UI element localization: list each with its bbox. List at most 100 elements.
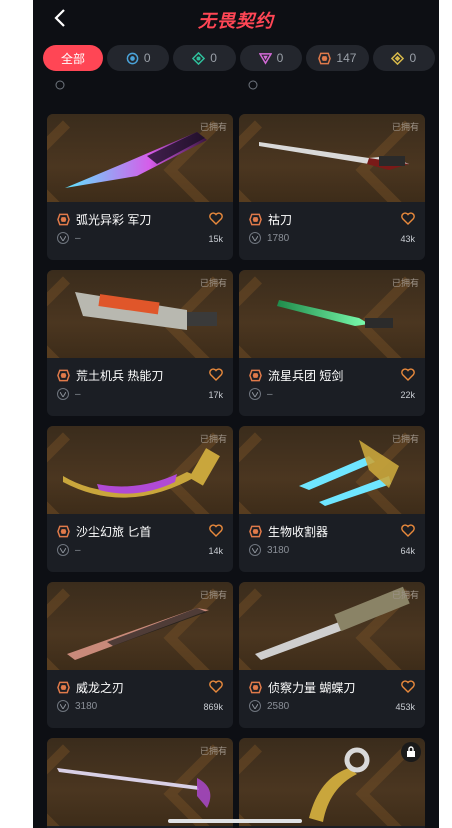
skin-name: 侦察力量 蝴蝶刀 [268, 681, 356, 695]
skin-name-row: 荒土机兵 热能刀 [57, 367, 163, 384]
vp-currency-icon [57, 700, 69, 712]
owned-badge: 已拥有 [199, 434, 227, 444]
like-count: 64k [400, 546, 415, 556]
skin-name-row: 祜刀 [249, 211, 292, 228]
select-tier-icon [126, 52, 139, 64]
exclusive-tier-icon [57, 525, 70, 538]
exclusive-tier-icon [249, 681, 262, 694]
filter-deluxe-tier[interactable]: 0 [173, 45, 236, 71]
exclusive-tier-icon [249, 525, 262, 538]
deluxe-tier-icon [192, 51, 206, 65]
filter-all-label: 全部 [60, 51, 85, 66]
skin-name-row: 威龙之刃 [57, 679, 124, 696]
filter-all[interactable]: 全部 [43, 45, 103, 71]
heart-icon[interactable] [401, 368, 415, 381]
heart-icon[interactable] [209, 680, 223, 693]
skin-card[interactable]: 已拥有 生物收割器 3180 64k [239, 426, 425, 572]
skin-name: 流星兵团 短剑 [268, 369, 344, 383]
like-count: 869k [203, 702, 223, 712]
like-count: 15k [208, 234, 223, 244]
filter-exclusive-tier[interactable]: 147 [306, 45, 369, 71]
skin-image: 已拥有 [47, 114, 233, 202]
exclusive-tier-icon [57, 681, 70, 694]
owned-badge: 已拥有 [199, 122, 227, 132]
like-count: 14k [208, 546, 223, 556]
owned-badge: 已拥有 [199, 590, 227, 600]
skin-name-row: 弧光异彩 军刀 [57, 211, 151, 228]
skin-meta-row: – [57, 232, 81, 244]
heart-icon[interactable] [401, 680, 415, 693]
vp-currency-icon [249, 700, 261, 712]
heart-icon[interactable] [401, 212, 415, 225]
filter-select-tier[interactable]: 0 [107, 45, 170, 71]
header: 无畏契约 [33, 0, 439, 38]
previous-row-remnant [248, 80, 258, 94]
skin-card[interactable]: 已拥有 荒土机兵 热能刀 – 17k [47, 270, 233, 416]
owned-badge: 已拥有 [391, 590, 419, 600]
filter-premium-tier[interactable]: 0 [239, 45, 303, 71]
skin-image: 已拥有 [47, 738, 233, 826]
skin-card[interactable] [239, 738, 425, 828]
tier-filter-bar: 全部 0 0 0 147 0 [43, 45, 436, 73]
app-screen: 无畏契约 全部 0 0 0 147 0 已拥有 弧光异彩 军刀 – 15k 已拥… [33, 0, 439, 828]
filter-ultra-tier[interactable]: 0 [372, 45, 436, 71]
skin-price: 1780 [267, 232, 290, 244]
skin-card[interactable]: 已拥有 侦察力量 蝴蝶刀 2580 453k [239, 582, 425, 728]
skin-card[interactable]: 已拥有 [47, 738, 233, 828]
like-count: 22k [400, 390, 415, 400]
skin-meta-row: 3180 [249, 544, 289, 556]
owned-badge: 已拥有 [391, 122, 419, 132]
vp-currency-icon [57, 232, 69, 244]
skin-image: 已拥有 [239, 426, 425, 514]
skin-name: 祜刀 [268, 213, 293, 227]
skin-name: 生物收割器 [268, 525, 329, 539]
skin-card[interactable]: 已拥有 威龙之刃 3180 869k [47, 582, 233, 728]
exclusive-tier-icon [57, 213, 70, 226]
knife-image [309, 747, 370, 822]
owned-badge: 已拥有 [199, 746, 227, 756]
skin-price: – [75, 388, 81, 400]
skin-price: 2580 [267, 700, 290, 712]
skin-meta-row: – [249, 388, 273, 400]
exclusive-tier-icon [57, 369, 70, 382]
skin-price: – [75, 232, 81, 244]
skin-image: 已拥有 [47, 582, 233, 670]
skin-image: 已拥有 [239, 114, 425, 202]
exclusive-tier-icon [318, 52, 332, 64]
owned-badge: 已拥有 [391, 434, 419, 444]
skin-meta-row: 3180 [57, 700, 97, 712]
skin-name-row: 生物收割器 [249, 523, 328, 540]
skin-name-row: 沙尘幻旅 匕首 [57, 523, 151, 540]
skin-card[interactable]: 已拥有 弧光异彩 军刀 – 15k [47, 114, 233, 260]
owned-badge: 已拥有 [199, 278, 227, 288]
exclusive-tier-icon [249, 369, 262, 382]
filter-premium-count: 0 [276, 51, 284, 65]
skin-image: 已拥有 [239, 582, 425, 670]
skin-card[interactable]: 已拥有 流星兵团 短剑 – 22k [239, 270, 425, 416]
heart-icon[interactable] [209, 524, 223, 537]
lock-icon [401, 742, 421, 762]
skin-price: 3180 [75, 700, 98, 712]
filter-ultra-count: 0 [409, 51, 417, 65]
skin-name: 沙尘幻旅 匕首 [76, 525, 152, 539]
filter-deluxe-count: 0 [210, 51, 217, 65]
skin-meta-row: – [57, 388, 81, 400]
heart-icon[interactable] [401, 524, 415, 537]
like-count: 17k [208, 390, 223, 400]
filter-select-count: 0 [143, 51, 151, 65]
vp-currency-icon [57, 544, 69, 556]
filter-exclusive-count: 147 [336, 51, 357, 65]
skin-image: 已拥有 [239, 270, 425, 358]
heart-icon[interactable] [209, 368, 223, 381]
skin-meta-row: 2580 [249, 700, 289, 712]
skin-image: 已拥有 [47, 426, 233, 514]
home-indicator [168, 819, 302, 823]
skin-card[interactable]: 已拥有 沙尘幻旅 匕首 – 14k [47, 426, 233, 572]
vp-currency-icon [249, 232, 261, 244]
exclusive-tier-icon [249, 213, 262, 226]
skin-name-row: 流星兵团 短剑 [249, 367, 343, 384]
skin-card[interactable]: 已拥有 祜刀 1780 43k [239, 114, 425, 260]
premium-tier-icon [258, 52, 272, 65]
heart-icon[interactable] [209, 212, 223, 225]
vp-currency-icon [249, 544, 261, 556]
